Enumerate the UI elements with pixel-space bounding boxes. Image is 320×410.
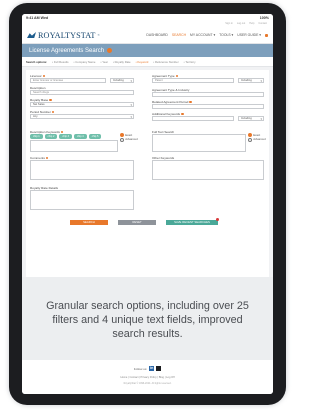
licensor-input[interactable]: Enter licensor or licensee	[30, 78, 106, 83]
nav-tools[interactable]: TOOLS ▾	[219, 33, 233, 37]
youtube-icon[interactable]	[156, 366, 162, 371]
search-form: Licensor Enter licensor or licensee Incl…	[26, 70, 269, 298]
keyword-chip[interactable]: chip 5	[88, 134, 102, 139]
radio-advanced[interactable]: Advanced	[248, 137, 266, 142]
main-menu: DASHBOARD SEARCH MY ACCOUNT ▾ TOOLS ▾ US…	[146, 33, 268, 37]
util-link[interactable]: Sign in	[225, 22, 233, 27]
royalty-base-select[interactable]: Net Sales	[30, 102, 134, 108]
help-icon[interactable]	[107, 48, 113, 53]
edit-icon[interactable]	[265, 33, 268, 37]
page-title-bar: License Agreements Search	[22, 44, 273, 57]
radio-advanced[interactable]: Advanced	[120, 137, 138, 142]
keyword-chip[interactable]: chip 1	[30, 134, 43, 139]
search-options-bar: Search options: • Full Results • Company…	[22, 57, 273, 67]
additional-keywords-input[interactable]	[152, 116, 234, 121]
status-time: 9:41 AM Wed	[26, 16, 49, 20]
save-search-button[interactable]: SAVE RECENT SEARCHES	[166, 220, 218, 225]
follow-label: Follow us:	[133, 366, 148, 371]
description-keywords-area[interactable]	[30, 140, 118, 152]
status-bar: 9:41 AM Wed 100%	[22, 14, 273, 22]
logo-reg: ®	[97, 33, 100, 37]
description-match-radios: Exact Advanced	[120, 133, 138, 142]
comments-area[interactable]	[30, 160, 134, 180]
nav-dashboard[interactable]: DASHBOARD	[146, 33, 167, 37]
full-text-area[interactable]	[152, 134, 246, 152]
reset-button[interactable]: RESET	[118, 220, 156, 225]
search-options-label: Search options:	[26, 59, 48, 64]
keyword-chips: chip 1 chip 2 chip 3 chip 4 chip 5	[30, 134, 102, 139]
nav-my-account[interactable]: MY ACCOUNT ▾	[190, 33, 215, 37]
search-option-full-results[interactable]: • Full Results	[52, 60, 68, 64]
full-text-match-radios: Exact Advanced	[248, 133, 266, 142]
agreement-industry-input[interactable]	[152, 92, 264, 97]
util-link[interactable]: Contact	[258, 22, 267, 27]
footer-links[interactable]: Home | Contact | Privacy Policy | Blog |…	[22, 376, 273, 379]
period-select[interactable]: Any	[30, 114, 134, 120]
nav-user-guide[interactable]: USER GUIDE ▾	[237, 33, 261, 37]
battery-indicator: 100%	[259, 16, 269, 20]
linkedin-icon[interactable]: in	[149, 366, 155, 371]
logo-text: ROYALTYSTAT	[38, 30, 96, 40]
page-footer: Follow us: in Home | Contact | Privacy P…	[22, 360, 273, 394]
additional-mode-select[interactable]: Including	[238, 116, 264, 122]
agreement-type-input[interactable]: Patent	[152, 78, 234, 83]
tablet-screen: 9:41 AM Wed 100% Sign in Log out Help Co…	[22, 14, 273, 394]
keyword-chip[interactable]: chip 2	[44, 134, 58, 139]
search-option-royalty-rate[interactable]: • Royalty Rate	[113, 60, 131, 64]
search-option-reference[interactable]: • Reference Number	[153, 60, 178, 64]
royalty-rate-details-area[interactable]	[30, 190, 134, 210]
follow-us: Follow us: in	[22, 366, 273, 371]
licensor-mode-select[interactable]: Including	[110, 78, 134, 84]
logo[interactable]: ROYALTYSTAT ®	[27, 31, 100, 40]
related-agreement-input[interactable]	[152, 104, 264, 109]
keyword-chip[interactable]: chip 4	[74, 134, 87, 139]
other-keywords-area[interactable]	[152, 160, 264, 180]
search-option-keyword[interactable]: • Keyword	[136, 60, 149, 64]
agreement-type-mode-select[interactable]: Including	[238, 78, 264, 84]
copyright: RoyaltyStat © 1996-2024. All rights rese…	[123, 382, 172, 385]
util-link[interactable]: Log out	[237, 22, 245, 27]
page-title: License Agreements Search	[29, 47, 105, 54]
keyword-chip[interactable]: chip 3	[59, 134, 73, 139]
top-navigation: ROYALTYSTAT ® DASHBOARD SEARCH MY ACCOUNT…	[22, 27, 273, 44]
util-link[interactable]: Help	[249, 22, 254, 27]
notification-dot-icon	[216, 218, 219, 221]
search-button[interactable]: SEARCH	[70, 220, 108, 225]
logo-mark-icon	[27, 32, 36, 38]
description-input[interactable]: Search drugs	[30, 90, 134, 95]
nav-search[interactable]: SEARCH	[172, 33, 186, 37]
caption-text: Granular search options, including over …	[46, 300, 249, 340]
search-option-company[interactable]: • Company Name	[74, 60, 96, 64]
search-option-territory[interactable]: • Territory	[184, 60, 196, 64]
search-option-year[interactable]: • Year	[100, 60, 107, 64]
